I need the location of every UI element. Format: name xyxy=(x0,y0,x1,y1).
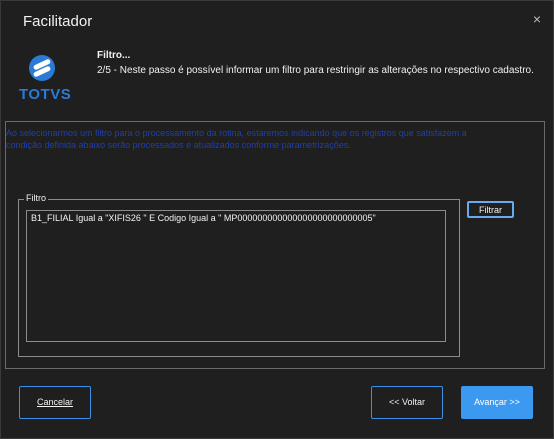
cancel-button-label: Cancelar xyxy=(36,397,74,407)
cancel-button[interactable]: Cancelar xyxy=(19,386,91,419)
next-button[interactable]: Avançar >> xyxy=(461,386,533,419)
step-title: Filtro... xyxy=(97,50,131,61)
close-icon[interactable]: × xyxy=(533,11,541,27)
filter-legend: Filtro xyxy=(24,193,48,203)
filter-expression: B1_FILIAL Igual a "XIFIS26 " E Codigo Ig… xyxy=(31,213,376,223)
logo-text: TOTVS xyxy=(19,86,72,103)
step-description: 2/5 - Neste passo é possível informar um… xyxy=(97,65,534,76)
totvs-logo: TOTVS xyxy=(19,53,71,103)
filter-textarea[interactable]: B1_FILIAL Igual a "XIFIS26 " E Codigo Ig… xyxy=(26,210,446,342)
window-title: Facilitador xyxy=(23,13,93,30)
title-bar: Facilitador × xyxy=(1,1,553,41)
next-button-label: Avançar >> xyxy=(474,397,520,407)
back-button[interactable]: << Voltar xyxy=(371,386,443,419)
content-panel: Ao selecionarmos um filtro para o proces… xyxy=(5,121,545,369)
back-button-label: << Voltar xyxy=(388,397,426,407)
filtrar-button[interactable]: Filtrar xyxy=(467,201,514,218)
facilitador-dialog: Facilitador × TOTVS Filtro... 2/5 - Nest… xyxy=(0,0,554,439)
filter-group: Filtro B1_FILIAL Igual a "XIFIS26 " E Co… xyxy=(18,193,460,357)
info-text: Ao selecionarmos um filtro para o proces… xyxy=(6,128,467,150)
totvs-logo-icon xyxy=(29,55,55,81)
